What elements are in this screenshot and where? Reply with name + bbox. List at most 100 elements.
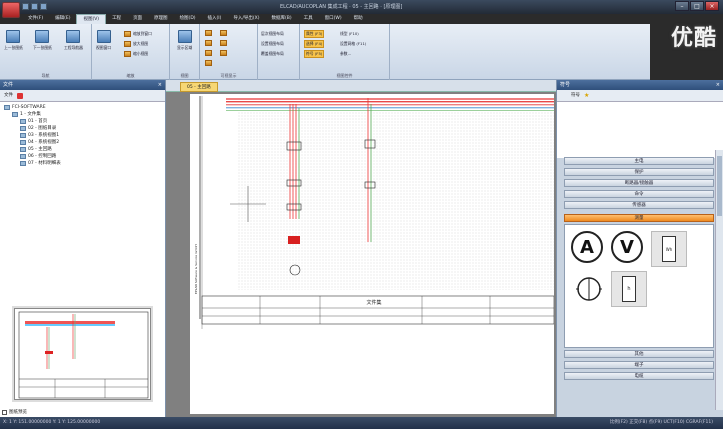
document-tab[interactable]: 05 - 主回路 xyxy=(180,82,218,92)
ribbon-tab-9[interactable]: 数据库(B) xyxy=(266,14,298,24)
layers-toggle-button[interactable] xyxy=(205,59,212,67)
tree-node-label: 05 - 主回路 xyxy=(28,147,52,152)
tree-node[interactable]: 04 - 系统视图2 xyxy=(4,139,162,146)
visual-option-2[interactable] xyxy=(220,39,227,47)
symbol-category[interactable]: 保护 xyxy=(564,168,714,176)
ribbon-tab-6[interactable]: 绘图(D) xyxy=(174,14,202,24)
folder-icon xyxy=(4,105,10,110)
navigator-icon xyxy=(66,30,81,43)
visual-option-3[interactable] xyxy=(220,49,227,57)
tree-node[interactable]: FCI-SOFTWARE xyxy=(4,104,162,111)
show-area-button[interactable]: 显示区域 xyxy=(177,30,192,51)
symbols-panel-header: 符号 × xyxy=(557,80,723,90)
redo-icon[interactable] xyxy=(40,3,47,10)
status-toggles[interactable]: 比例(F2) 正交(F8) 点(F9) UCT(F10) CGRAF(F11) xyxy=(610,417,713,429)
hour-meter-symbol[interactable]: h xyxy=(611,271,647,307)
files-panel-toolbar: 文件 xyxy=(0,90,165,102)
tree-node[interactable]: 06 - 控制回路 xyxy=(4,153,162,160)
set-layout-button[interactable]: 设置视图布局 xyxy=(261,40,284,48)
next-sheet-button[interactable]: 下一张图纸 xyxy=(33,30,52,51)
preview-checkbox-row[interactable]: 图纸预览 xyxy=(2,409,27,415)
tree-node[interactable]: 03 - 系统视图1 xyxy=(4,132,162,139)
symbol-category[interactable]: 断路器/接触器 xyxy=(564,179,714,187)
energy-meter-symbol[interactable]: Wh xyxy=(651,231,687,267)
sheet-icon xyxy=(20,119,26,124)
zoom-out-button[interactable]: 缩小视图 xyxy=(124,50,148,58)
objects-toggle-button[interactable] xyxy=(205,49,212,57)
panel-close-icon[interactable]: × xyxy=(716,80,720,90)
status-bar: X: 1 Y: 151.00000000 Y: 1 Y: 125.0000000… xyxy=(0,417,723,429)
previous-sheet-button[interactable]: 上一张图纸 xyxy=(4,30,23,51)
tree-node[interactable]: 01 - 首页 xyxy=(4,118,162,125)
visual-option-1[interactable] xyxy=(220,29,227,37)
symbols-tab[interactable]: 符号 xyxy=(571,90,580,102)
ribbon-tab-3[interactable]: 工程 xyxy=(106,14,127,24)
sheet-icon xyxy=(20,126,26,131)
ribbon-tab-5[interactable]: 原理图 xyxy=(148,14,174,24)
symbol-category[interactable]: 测量 xyxy=(564,214,714,222)
sheet-icon xyxy=(20,154,26,159)
symbol-category[interactable]: 命令 xyxy=(564,190,714,198)
full-display-button[interactable] xyxy=(205,29,212,37)
meter-circle-symbol[interactable] xyxy=(571,271,607,307)
ribbon-tabs: 文件(F) 编辑(E) 视图(V) 工程 页面 原理图 绘图(D) 插入(I) 导入/导出(X)… xyxy=(22,14,369,24)
undo-icon[interactable] xyxy=(31,3,38,10)
ribbon-tab-2[interactable]: 视图(V) xyxy=(76,14,107,24)
schematic-drawing[interactable]: 文件集 EPLAN Software & Service GmbH xyxy=(190,94,555,414)
symbol-category[interactable]: 其他 xyxy=(564,350,714,358)
close-button[interactable]: × xyxy=(705,1,719,11)
panel-close-icon[interactable]: × xyxy=(158,80,162,90)
tree-node[interactable]: 1 - 文件集 xyxy=(4,111,162,118)
favorites-star-icon[interactable]: ★ xyxy=(584,90,589,102)
files-tab[interactable]: 文件 xyxy=(4,90,13,102)
drawing-sheet[interactable]: 文件集 EPLAN Software & Service GmbH xyxy=(190,94,555,414)
symbol-category[interactable]: 端子 xyxy=(564,361,714,369)
grid-settings-toggle[interactable]: 设置网格 (F11) xyxy=(340,40,366,48)
maximize-button[interactable]: □ xyxy=(690,1,704,11)
ribbon-tab-7[interactable]: 插入(I) xyxy=(202,14,228,24)
ribbon-tab-1[interactable]: 编辑(E) xyxy=(49,14,76,24)
tree-node[interactable]: 07 - 材料明细表 xyxy=(4,160,162,167)
save-icon[interactable] xyxy=(22,3,29,10)
scrollbar-thumb[interactable] xyxy=(717,156,722,216)
layers-icon xyxy=(205,60,212,66)
ribbon-tab-10[interactable]: 工具 xyxy=(298,14,319,24)
symbol-category[interactable]: 传感器 xyxy=(564,201,714,209)
hierarchy-layout-button[interactable]: 层次视图布局 xyxy=(261,30,284,38)
symbols-toggle[interactable]: 符号 (F5) xyxy=(304,50,325,58)
sheet-icon xyxy=(20,147,26,152)
symbol-category[interactable]: 电缆 xyxy=(564,372,714,380)
tree-node[interactable]: 02 - 图纸目录 xyxy=(4,125,162,132)
minimize-button[interactable]: – xyxy=(675,1,689,11)
tree-node[interactable]: 05 - 主回路 xyxy=(4,146,162,153)
parameters-button[interactable]: 参数... xyxy=(340,50,351,58)
linetype-toggle[interactable]: 线型 (F10) xyxy=(340,30,359,38)
zoom-in-icon xyxy=(124,41,131,47)
voltmeter-symbol[interactable]: V xyxy=(611,231,643,263)
symbols-scrollbar[interactable] xyxy=(715,150,723,410)
ribbon-tab-12[interactable]: 帮助 xyxy=(348,14,369,24)
grid-toggle-button[interactable] xyxy=(205,39,212,47)
view-window-button[interactable]: 视图窗口 xyxy=(96,30,111,51)
symbol-category[interactable]: 主电 xyxy=(564,157,714,165)
properties-toggle[interactable]: 属性 (F3) xyxy=(304,30,325,38)
zoom-to-window-button[interactable]: 缩放到窗口 xyxy=(124,30,152,38)
ammeter-symbol[interactable]: A xyxy=(571,231,603,263)
ribbon-tab-11[interactable]: 窗口(W) xyxy=(319,14,348,24)
preview-checkbox[interactable] xyxy=(2,409,7,415)
refresh-icon[interactable] xyxy=(17,92,23,99)
selection-toggle[interactable]: 选择 (F4) xyxy=(304,40,325,48)
titleblock-side-text: EPLAN Software & Service GmbH xyxy=(194,244,198,294)
drawing-canvas-area[interactable]: 文件集 EPLAN Software & Service GmbH xyxy=(166,92,556,417)
project-navigator-button[interactable]: 工程导航器 xyxy=(64,30,83,51)
overlay-layout-button[interactable]: 覆盖视图布局 xyxy=(261,50,284,58)
sheet-preview[interactable] xyxy=(14,308,151,400)
zoom-in-button[interactable]: 放大视图 xyxy=(124,40,148,48)
ribbon-tab-8[interactable]: 导入/导出(X) xyxy=(227,14,265,24)
title-bar: ELCAD/AUCOPLAN 集成工程 · 05 - 主回路 · [原理图] xyxy=(0,0,723,14)
ribbon-tab-0[interactable]: 文件(F) xyxy=(22,14,49,24)
ribbon-tab-4[interactable]: 页面 xyxy=(127,14,148,24)
files-panel-header: 文件 × xyxy=(0,80,165,90)
application-menu-button[interactable] xyxy=(2,2,20,18)
arrow-right-icon xyxy=(35,30,50,43)
